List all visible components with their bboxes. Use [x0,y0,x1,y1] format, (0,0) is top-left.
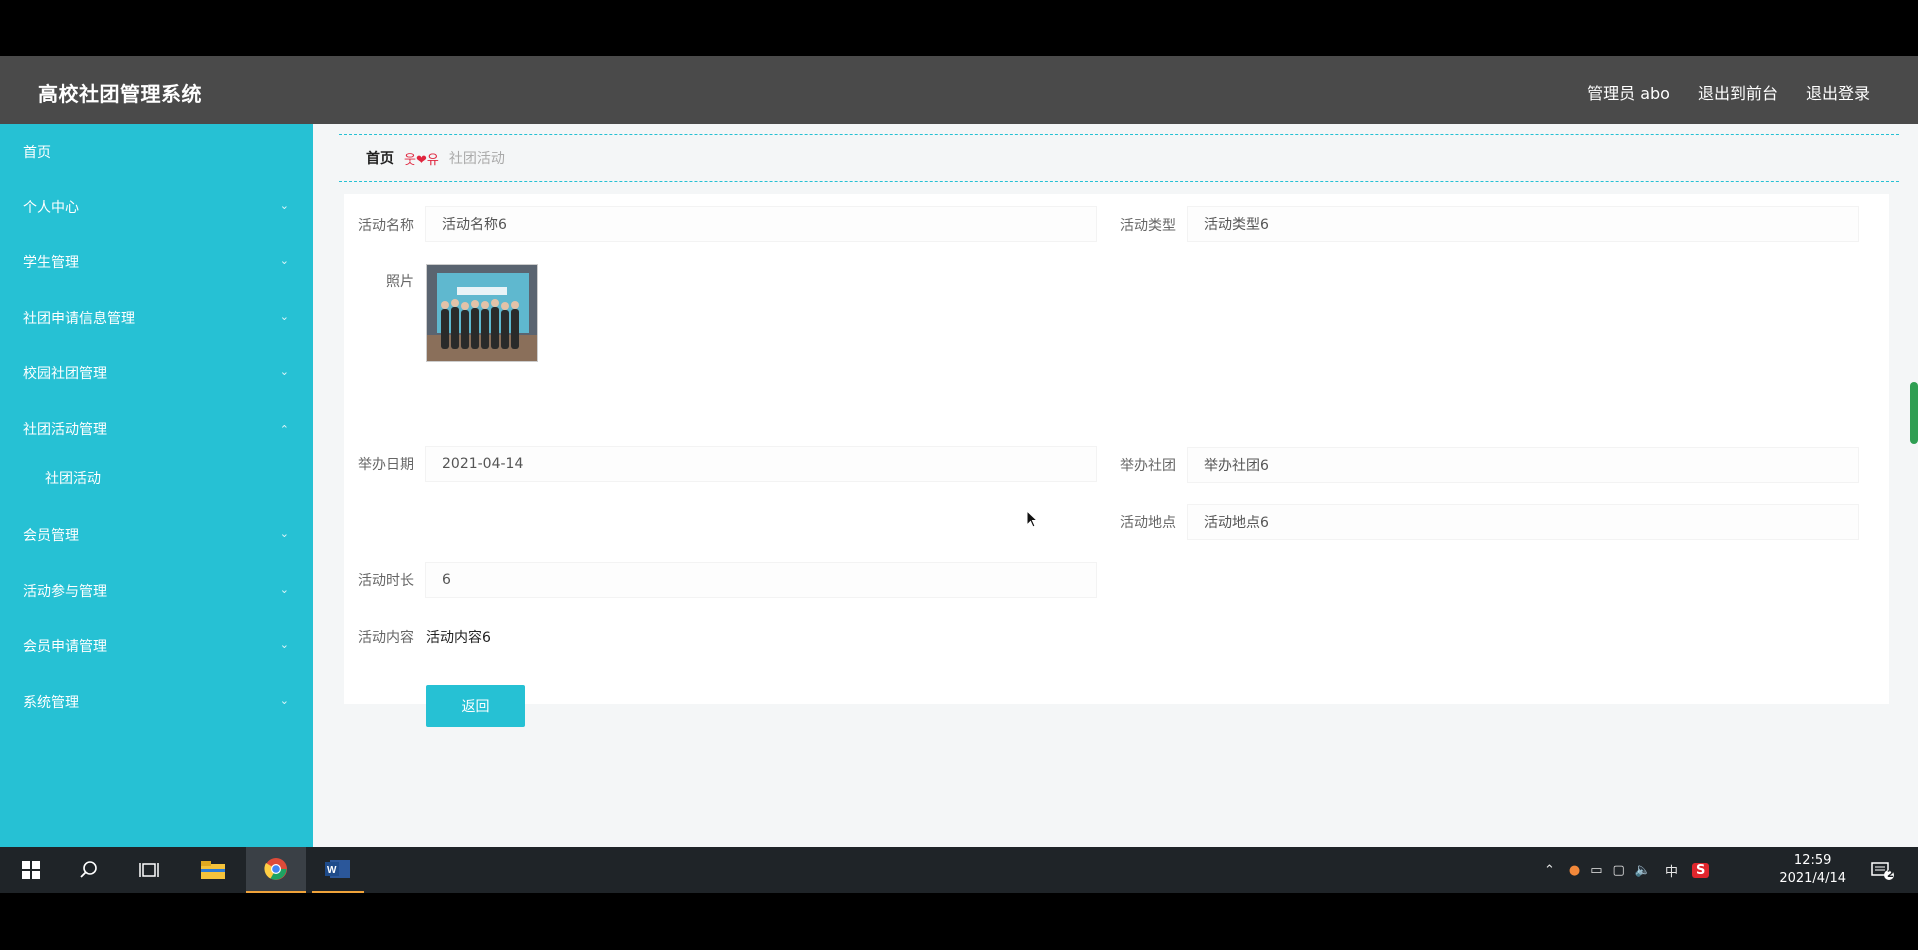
activity-name-label: 活动名称 [358,218,414,234]
back-to-front-link[interactable]: 退出到前台 [1698,80,1778,104]
activity-photo-image [427,265,537,361]
chevron-down-icon: ⌄ [279,694,289,707]
sidebar-item-personal-center[interactable]: 个人中心 ⌄ [0,187,313,227]
sidebar-item-label: 个人中心 [23,200,79,216]
chevron-down-icon: ⌄ [279,583,289,596]
sidebar-item-label: 社团活动 [45,471,101,487]
breadcrumb: 首页 웃❤유 社团活动 [339,134,1899,182]
chevron-down-icon: ⌄ [279,365,289,378]
sidebar-item-system-management[interactable]: 系统管理 ⌄ [0,682,313,722]
battery-icon[interactable]: ▭ [1590,863,1602,878]
sidebar-item-label: 会员管理 [23,528,79,544]
sidebar-item-member-management[interactable]: 会员管理 ⌄ [0,515,313,555]
date-label: 举办日期 [358,457,414,473]
chevron-up-icon[interactable]: ⌃ [1544,863,1555,878]
main-content: 首页 웃❤유 社团活动 活动名称 活动名称6 活动类型 活动类型6 照片 举办日… [313,124,1918,847]
sidebar-item-label: 社团活动管理 [23,422,107,438]
search-icon[interactable] [66,847,112,893]
word-icon[interactable]: W [312,847,364,893]
sidebar-item-label: 学生管理 [23,255,79,271]
sidebar-item-label: 社团申请信息管理 [23,311,135,327]
sidebar-item-home[interactable]: 首页 [0,132,313,172]
scrollbar-thumb[interactable] [1910,382,1918,444]
location-label: 活动地点 [1120,515,1176,531]
sidebar-item-label: 活动参与管理 [23,584,107,600]
duration-field: 6 [425,562,1097,598]
breadcrumb-home[interactable]: 首页 [366,148,394,168]
tray-app-icon[interactable]: ● [1569,863,1580,878]
notification-count: 2 [1887,869,1894,880]
chevron-down-icon: ⌄ [279,527,289,540]
mouse-cursor-icon [1026,510,1039,528]
system-tray: ⌃ ● ▭ ▢ 🔈 中 S [1544,847,1710,893]
clock-time: 12:59 [1793,853,1832,868]
sidebar-item-label: 会员申请管理 [23,639,107,655]
windows-start-icon[interactable] [8,847,54,893]
activity-type-field: 活动类型6 [1187,206,1859,242]
sidebar-item-club-application[interactable]: 社团申请信息管理 ⌄ [0,298,313,338]
logout-link[interactable]: 退出登录 [1806,80,1870,104]
activity-photo[interactable] [426,264,538,362]
activity-name-field: 活动名称6 [425,206,1097,242]
activity-detail-form: 活动名称 活动名称6 活动类型 活动类型6 照片 举办日期 2021-04-14… [344,194,1889,727]
sidebar: 首页 个人中心 ⌄ 学生管理 ⌄ 社团申请信息管理 ⌄ 校园社团管理 ⌄ 社团活… [0,124,313,847]
sogou-input-icon[interactable]: S [1692,862,1710,878]
content-label: 活动内容 [358,630,414,646]
svg-text:W: W [327,865,337,876]
chevron-down-icon: ⌄ [279,254,289,267]
chevron-down-icon: ⌄ [279,638,289,651]
sidebar-item-activity-participation[interactable]: 活动参与管理 ⌄ [0,571,313,611]
sidebar-item-member-application[interactable]: 会员申请管理 ⌄ [0,626,313,666]
taskbar-clock[interactable]: 12:59 2021/4/14 [1779,852,1846,888]
task-view-icon[interactable] [126,847,172,893]
breadcrumb-current: 社团活动 [448,151,505,167]
chrome-icon[interactable] [246,847,306,893]
sidebar-item-label: 首页 [23,145,51,161]
clock-date: 2021/4/14 [1779,871,1846,886]
notification-center-icon[interactable]: 2 [1862,847,1902,893]
activity-type-label: 活动类型 [1120,218,1176,234]
chevron-down-icon: ⌄ [279,199,289,212]
admin-user-link[interactable]: 管理员 abo [1587,80,1670,104]
network-icon[interactable]: ▢ [1613,863,1625,878]
windows-taskbar: W ⌃ ● ▭ ▢ 🔈 中 S 12:59 2021/4/14 2 [0,847,1918,893]
club-label: 举办社团 [1120,458,1176,474]
chevron-down-icon: ⌄ [279,310,289,323]
breadcrumb-separator: 웃❤유 [404,152,439,168]
chevron-up-icon: ⌃ [279,423,289,436]
volume-icon[interactable]: 🔈 [1635,863,1651,878]
sidebar-item-label: 校园社团管理 [23,366,107,382]
location-field: 活动地点6 [1187,504,1859,540]
screen: 高校社团管理系统 管理员 abo 退出到前台 退出登录 首页 个人中心 ⌄ 学生… [0,0,1918,950]
ime-indicator[interactable]: 中 [1665,861,1678,880]
file-explorer-icon[interactable] [190,847,236,893]
duration-label: 活动时长 [358,573,414,589]
sidebar-item-club-activity-management[interactable]: 社团活动管理 ⌃ [0,409,313,449]
sidebar-item-student-management[interactable]: 学生管理 ⌄ [0,242,313,282]
content-value: 活动内容6 [426,630,491,646]
header-links: 管理员 abo 退出到前台 退出登录 [1587,80,1870,104]
top-header: 高校社团管理系统 管理员 abo 退出到前台 退出登录 [0,56,1918,124]
club-field: 举办社团6 [1187,447,1859,483]
return-button[interactable]: 返回 [426,685,525,727]
photo-label: 照片 [386,274,414,290]
date-field: 2021-04-14 [425,446,1097,482]
app-title: 高校社团管理系统 [38,82,202,106]
sidebar-subitem-club-activity[interactable]: 社团活动 [0,458,313,498]
sidebar-item-campus-club[interactable]: 校园社团管理 ⌄ [0,353,313,393]
sidebar-item-label: 系统管理 [23,695,79,711]
